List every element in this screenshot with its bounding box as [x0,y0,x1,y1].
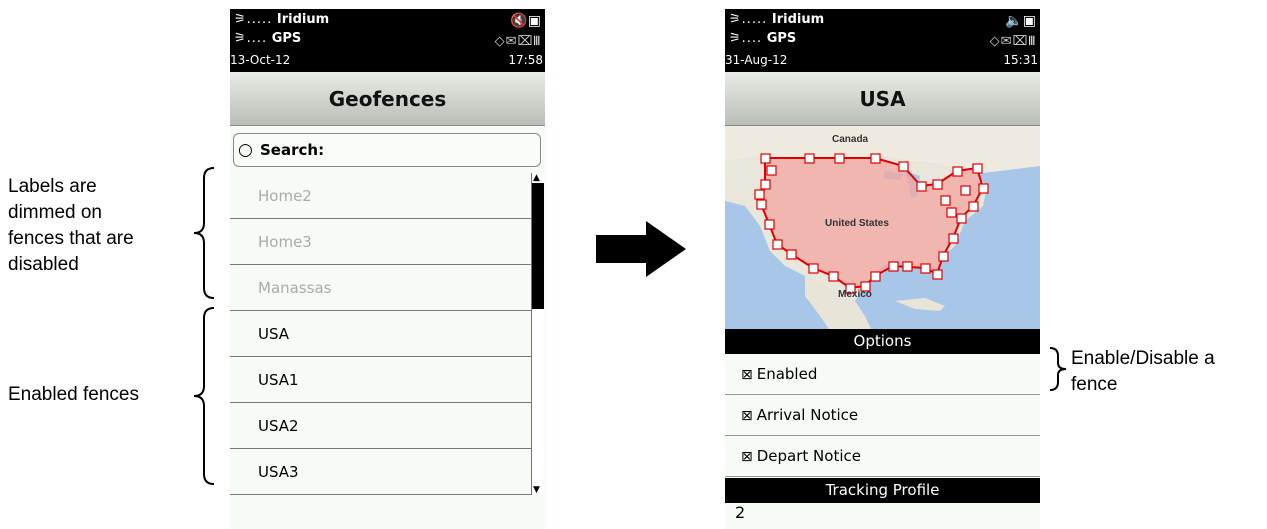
antenna-icon: ⚞..... [234,12,273,27]
dimmed-note: Labels are dimmed on fences that are dis… [8,176,134,275]
dimmed-bracket [193,167,215,299]
scrollbar-thumb[interactable] [532,183,544,309]
checkbox-icon[interactable]: ⊠ [741,367,753,383]
search-input[interactable]: ○ Search: [233,133,541,167]
list-item[interactable]: USA2 [230,403,531,449]
list-item[interactable]: Manassas [230,265,531,311]
geofences-screen: ⚞..... Iridium ⚞.... GPS 13-Oct-12 17:58… [230,9,545,529]
list-item[interactable]: USA1 [230,357,531,403]
status-time: 15:31 [1003,53,1038,67]
option-enabled[interactable]: ⊠ Enabled [725,354,1040,395]
map-label-us: United States [825,218,889,229]
mute-battery-icon: 🔇▣ [510,13,541,29]
status-indicator-icons: ◇✉⌧𝍫 [989,34,1036,49]
status-indicator-icons: ◇✉⌧𝍫 [494,34,541,49]
options-header: Options [725,329,1040,354]
enabled-bracket [193,307,215,485]
status-bar: ⚞..... Iridium ⚞.... GPS 31-Aug-12 15:31… [725,9,1040,72]
scroll-up-icon[interactable]: ▲ [533,173,540,183]
right-arrow-icon [596,221,686,277]
map-label-canada: Canada [832,134,869,145]
page-title: USA [725,72,1040,126]
antenna-icon: ⚞..... [729,12,768,27]
option-depart-notice[interactable]: ⊠ Depart Notice [725,436,1040,477]
list-item[interactable]: Home2 [230,173,531,219]
status-date: 13-Oct-12 [230,53,291,67]
gps-antenna-icon: ⚞.... [234,31,268,46]
tracking-profile-value[interactable]: 2 [735,503,745,522]
enable-disable-note: Enable/Disable a fence [1071,348,1215,395]
map-graphic: Canada United States Mexico [725,126,1040,338]
list-item[interactable]: USA3 [230,449,531,495]
checkbox-icon[interactable]: ⊠ [741,449,753,465]
enabled-note: Enabled fences [8,384,139,405]
status-date: 31-Aug-12 [725,53,788,67]
scrollbar[interactable]: ▲ ▼ [531,173,544,495]
geofence-map[interactable]: Canada United States Mexico [725,126,1040,338]
search-icon: ○ [238,140,253,160]
checkbox-icon[interactable]: ⊠ [741,408,753,424]
fence-detail-screen: ⚞..... Iridium ⚞.... GPS 31-Aug-12 15:31… [725,9,1040,529]
list-item[interactable]: Home3 [230,219,531,265]
fence-list: Home2 Home3 Manassas USA USA1 USA2 USA3 [230,173,531,495]
scroll-down-icon[interactable]: ▼ [533,485,540,495]
tracking-profile-header: Tracking Profile [725,478,1040,503]
gps-antenna-icon: ⚞.... [729,31,763,46]
enable-bracket [1049,347,1067,391]
list-item[interactable]: USA [230,311,531,357]
status-time: 17:58 [508,53,543,67]
status-bar: ⚞..... Iridium ⚞.... GPS 13-Oct-12 17:58… [230,9,545,72]
option-arrival-notice[interactable]: ⊠ Arrival Notice [725,395,1040,436]
speaker-battery-icon: 🔈▣ [1005,13,1036,29]
map-label-mexico: Mexico [838,289,872,300]
page-title: Geofences [230,72,545,126]
